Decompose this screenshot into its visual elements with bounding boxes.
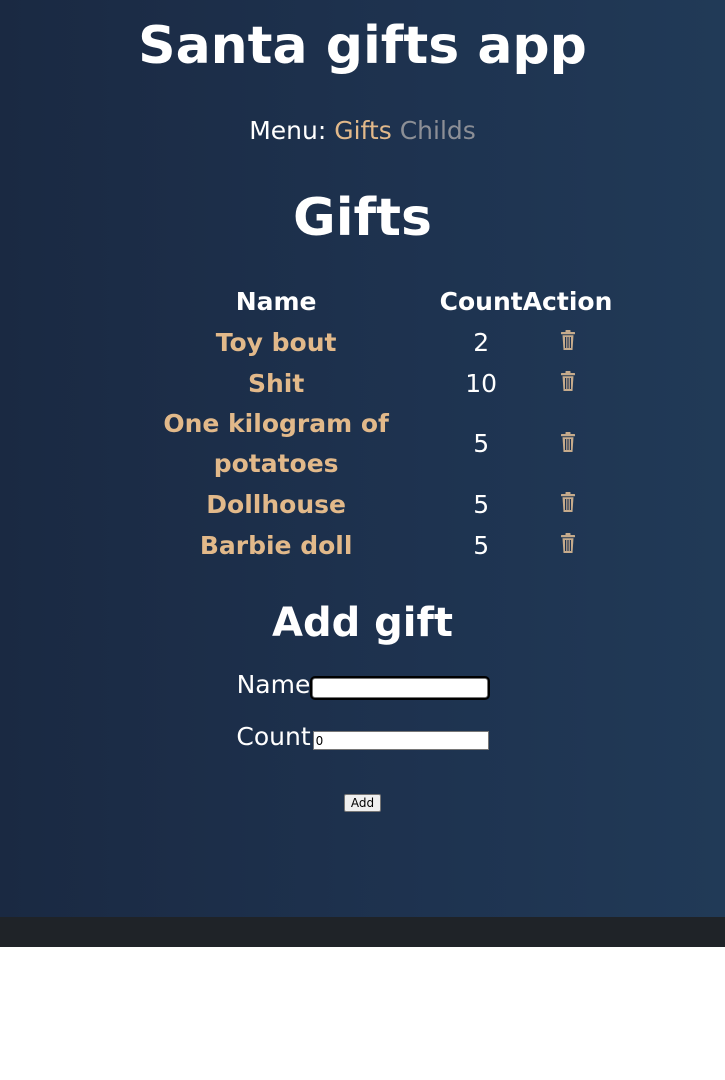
gifts-section-title: Gifts: [293, 188, 432, 248]
gift-count-cell: 5: [473, 530, 490, 560]
table-row: Dollhouse 5: [113, 484, 613, 525]
trash-icon[interactable]: [560, 485, 576, 525]
gift-action-cell: [523, 404, 613, 484]
column-header-action: Action: [522, 287, 613, 316]
gifts-table-body: Toy bout 2 Shit 10 One kilogram of potatoes 5…: [113, 322, 613, 566]
gift-action-cell: [523, 484, 613, 525]
add-button[interactable]: Add: [343, 794, 382, 812]
table-header-row: Name Count Action: [113, 282, 613, 322]
trash-icon[interactable]: [560, 323, 576, 363]
gift-action-cell: [523, 525, 613, 566]
gift-action-cell: [523, 322, 613, 363]
gift-count-cell: 5: [473, 489, 490, 519]
table-row: Barbie doll 5: [113, 525, 613, 566]
app-container: Santa gifts app Menu: Gifts Childs Gifts…: [0, 0, 725, 917]
menu-item-childs[interactable]: Childs: [400, 116, 476, 145]
name-form-row: Name: [0, 670, 725, 700]
add-gift-title: Add gift: [271, 600, 453, 646]
menu-prefix: Menu:: [249, 116, 327, 145]
gift-name-cell: One kilogram of potatoes: [163, 409, 389, 478]
column-header-count: Count: [439, 287, 523, 316]
trash-icon[interactable]: [560, 364, 576, 404]
gift-name-cell: Barbie doll: [199, 530, 353, 560]
name-input[interactable]: [310, 676, 491, 700]
count-form-row: Count: [0, 722, 725, 752]
gift-name-cell: Shit: [247, 368, 305, 398]
trash-icon[interactable]: [560, 526, 576, 566]
app-title: Santa gifts app: [138, 16, 587, 76]
table-row: One kilogram of potatoes 5: [113, 404, 613, 484]
gifts-table: Name Count Action Toy bout 2 Shit 10 One kil…: [113, 282, 613, 566]
name-label: Name: [236, 670, 311, 699]
count-input[interactable]: [312, 731, 489, 750]
count-label: Count: [236, 722, 311, 751]
menu-item-gifts[interactable]: Gifts: [334, 116, 392, 145]
trash-icon[interactable]: [560, 425, 576, 465]
gift-count-cell: 5: [473, 429, 490, 458]
column-header-name: Name: [235, 287, 317, 316]
footer-bar: [0, 917, 725, 947]
table-row: Toy bout 2: [113, 322, 613, 363]
gift-action-cell: [523, 363, 613, 404]
table-row: Shit 10: [113, 363, 613, 404]
gift-count-cell: 10: [465, 368, 498, 398]
gift-count-cell: 2: [473, 327, 490, 357]
gift-name-cell: Dollhouse: [206, 489, 346, 519]
gift-name-cell: Toy bout: [215, 327, 337, 357]
main-menu: Menu: Gifts Childs: [0, 116, 725, 146]
